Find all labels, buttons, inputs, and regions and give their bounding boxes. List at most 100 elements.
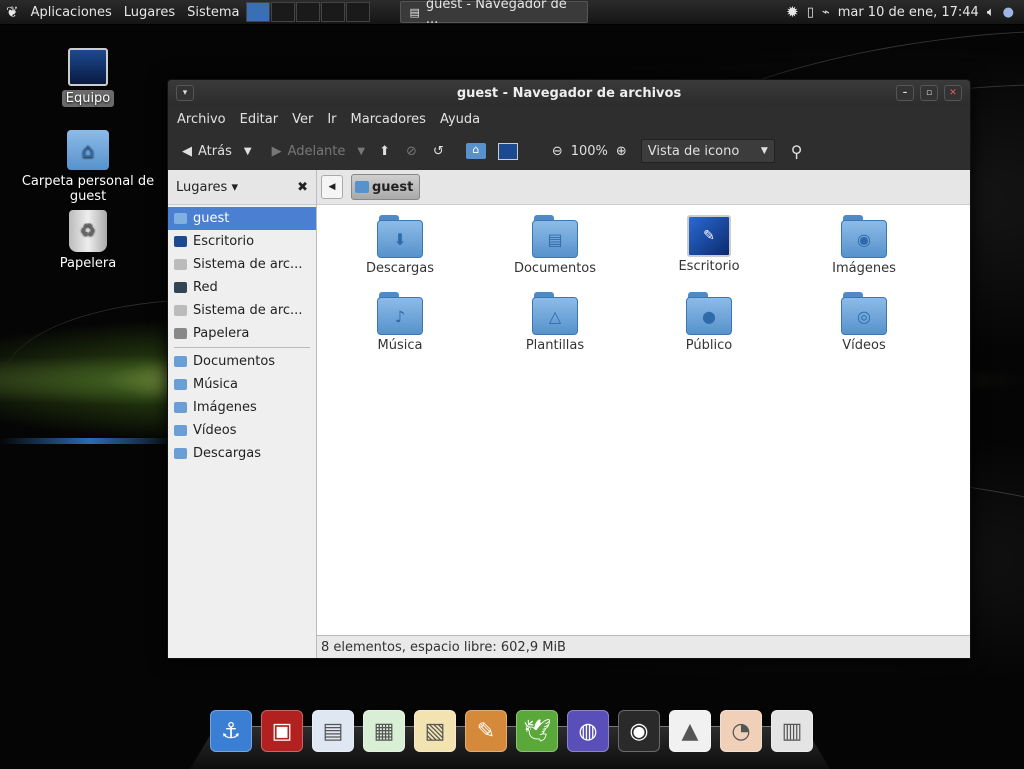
up-arrow-icon[interactable]: ⬆ — [371, 144, 398, 159]
menu-ir[interactable]: Ir — [320, 112, 343, 127]
sidebar: Lugares ▾ ✖ guest Escritorio Sistema de … — [168, 170, 317, 658]
taskbar-window-button[interactable]: ▤ guest - Navegador de ... — [400, 0, 589, 27]
drive-icon — [174, 259, 187, 270]
file-item[interactable]: △ Plantillas — [495, 292, 615, 353]
chevron-down-icon: ▼ — [760, 146, 768, 156]
sidebar-item-descargas[interactable]: Descargas — [168, 442, 316, 465]
sidebar-item-label: Sistema de arc... — [193, 303, 303, 318]
globe-icon[interactable]: ◍ — [567, 710, 609, 752]
zoom-in-icon[interactable]: ⊕ — [616, 144, 627, 159]
workspace-3[interactable] — [296, 2, 321, 22]
reload-icon[interactable]: ↺ — [425, 144, 452, 159]
desktop-icon-trash[interactable]: ♻ Papelera — [20, 210, 156, 271]
window-body: Lugares ▾ ✖ guest Escritorio Sistema de … — [168, 170, 970, 658]
stop-icon[interactable]: ⊘ — [398, 144, 425, 159]
arrow-left-icon: ◀ — [182, 143, 192, 159]
calc-icon[interactable]: ▦ — [363, 710, 405, 752]
desktop-icon-home[interactable]: ⌂ Carpeta personal de guest — [20, 130, 156, 204]
sidebar-type-select[interactable]: Lugares ▾ — [176, 180, 238, 195]
window-menu-button[interactable]: ▾ — [176, 85, 194, 101]
volume-icon[interactable]: 🔈︎ — [987, 5, 995, 20]
places-list: guest Escritorio Sistema de arc... Red S… — [168, 205, 316, 465]
vlc-icon[interactable]: ▲ — [669, 710, 711, 752]
sidebar-item-sistema-archivos-2[interactable]: Sistema de arc... — [168, 299, 316, 322]
menu-archivo[interactable]: Archivo — [170, 112, 233, 127]
search-icon[interactable]: ⚲ — [791, 142, 803, 161]
file-item[interactable]: ◎ Vídeos — [804, 292, 924, 353]
home-icon[interactable]: ⌂ — [465, 143, 486, 159]
desktop-icon-equipo[interactable]: Equipo — [20, 48, 156, 107]
speaker-icon[interactable]: ◉ — [618, 710, 660, 752]
window-titlebar[interactable]: ▾ guest - Navegador de archivos – ▫ ✕ — [168, 80, 970, 106]
sidebar-item-musica[interactable]: Música — [168, 373, 316, 396]
breadcrumb-label: guest — [372, 179, 414, 195]
file-manager-icon: ▤ — [409, 5, 420, 19]
app-menu-icon[interactable]: ❦ — [0, 3, 25, 21]
back-history-dropdown[interactable]: ▼ — [238, 146, 258, 157]
music-folder-icon: ♪ — [377, 292, 423, 336]
battery-icon[interactable]: ▯ — [807, 5, 814, 20]
sidebar-item-label: guest — [193, 211, 230, 226]
arrow-right-icon: ▶ — [271, 143, 282, 159]
anchor-icon[interactable]: ⚓ — [210, 710, 252, 752]
network-icon[interactable]: ⌁ — [822, 5, 830, 20]
sidebar-item-label: Sistema de arc... — [193, 257, 303, 272]
network-icon — [174, 282, 187, 293]
menu-aplicaciones[interactable]: Aplicaciones — [25, 5, 118, 20]
file-item[interactable]: ⬇ Descargas — [340, 215, 460, 276]
sidebar-type-label: Lugares — [176, 179, 228, 195]
forward-button[interactable]: ▶ Adelante — [266, 144, 352, 159]
sidebar-item-escritorio[interactable]: Escritorio — [168, 230, 316, 253]
computer-icon[interactable] — [497, 142, 518, 160]
menu-sistema[interactable]: Sistema — [181, 5, 245, 20]
workspace-4[interactable] — [321, 2, 346, 22]
zoom-level[interactable]: 100% — [563, 144, 616, 159]
sidebar-item-imagenes[interactable]: Imágenes — [168, 396, 316, 419]
workspace-1[interactable] — [246, 2, 271, 22]
file-item[interactable]: ♪ Música — [340, 292, 460, 353]
power-icon[interactable]: ● — [1003, 5, 1014, 20]
maximize-button[interactable]: ▫ — [920, 85, 938, 101]
menu-editar[interactable]: Editar — [233, 112, 286, 127]
file-item[interactable]: ▤ Documentos — [495, 215, 615, 276]
home-folder-icon — [174, 213, 187, 224]
file-item[interactable]: ● Público — [649, 292, 769, 353]
file-label: Plantillas — [525, 338, 585, 353]
file-item[interactable]: ◉ Imágenes — [804, 215, 924, 276]
sidebar-item-papelera[interactable]: Papelera — [168, 322, 316, 345]
menu-lugares[interactable]: Lugares — [118, 5, 181, 20]
menu-ver[interactable]: Ver — [285, 112, 320, 127]
zoom-out-icon[interactable]: ⊖ — [552, 144, 563, 159]
sidebar-item-guest[interactable]: guest — [168, 207, 316, 230]
paint-icon[interactable]: ✎ — [465, 710, 507, 752]
cabinet-icon[interactable]: ▥ — [771, 710, 813, 752]
file-view[interactable]: ⬇ Descargas ▤ Documentos ✎ Escritorio ◉ … — [317, 205, 970, 636]
eye-icon[interactable]: ◔ — [720, 710, 762, 752]
close-sidebar-icon[interactable]: ✖ — [297, 180, 308, 195]
breadcrumb-guest[interactable]: guest — [351, 174, 421, 200]
desktop-icon-label: Equipo — [61, 90, 115, 107]
sidebar-item-red[interactable]: Red — [168, 276, 316, 299]
menu-ayuda[interactable]: Ayuda — [433, 112, 487, 127]
forward-history-dropdown[interactable]: ▼ — [351, 146, 371, 157]
terminal-icon[interactable]: ▣ — [261, 710, 303, 752]
menu-marcadores[interactable]: Marcadores — [344, 112, 433, 127]
bird-icon[interactable]: 🕊 — [516, 710, 558, 752]
file-item[interactable]: ✎ Escritorio — [649, 215, 769, 274]
impress-icon[interactable]: ▧ — [414, 710, 456, 752]
view-mode-select[interactable]: Vista de icono ▼ — [640, 139, 775, 163]
writer-icon[interactable]: ▤ — [312, 710, 354, 752]
back-button[interactable]: ◀ Atrás — [176, 144, 238, 159]
sidebar-item-sistema-archivos[interactable]: Sistema de arc... — [168, 253, 316, 276]
workspace-5[interactable] — [346, 2, 371, 22]
sidebar-item-videos[interactable]: Vídeos — [168, 419, 316, 442]
path-scroll-left-button[interactable]: ◀ — [321, 175, 343, 199]
workspace-2[interactable] — [271, 2, 296, 22]
sidebar-item-label: Descargas — [193, 446, 262, 461]
gear-icon[interactable]: ✹ — [786, 3, 799, 21]
close-button[interactable]: ✕ — [944, 85, 962, 101]
clock[interactable]: mar 10 de ene, 17:44 — [838, 5, 979, 20]
file-label: Vídeos — [842, 338, 886, 353]
sidebar-item-documentos[interactable]: Documentos — [168, 350, 316, 373]
minimize-button[interactable]: – — [896, 85, 914, 101]
